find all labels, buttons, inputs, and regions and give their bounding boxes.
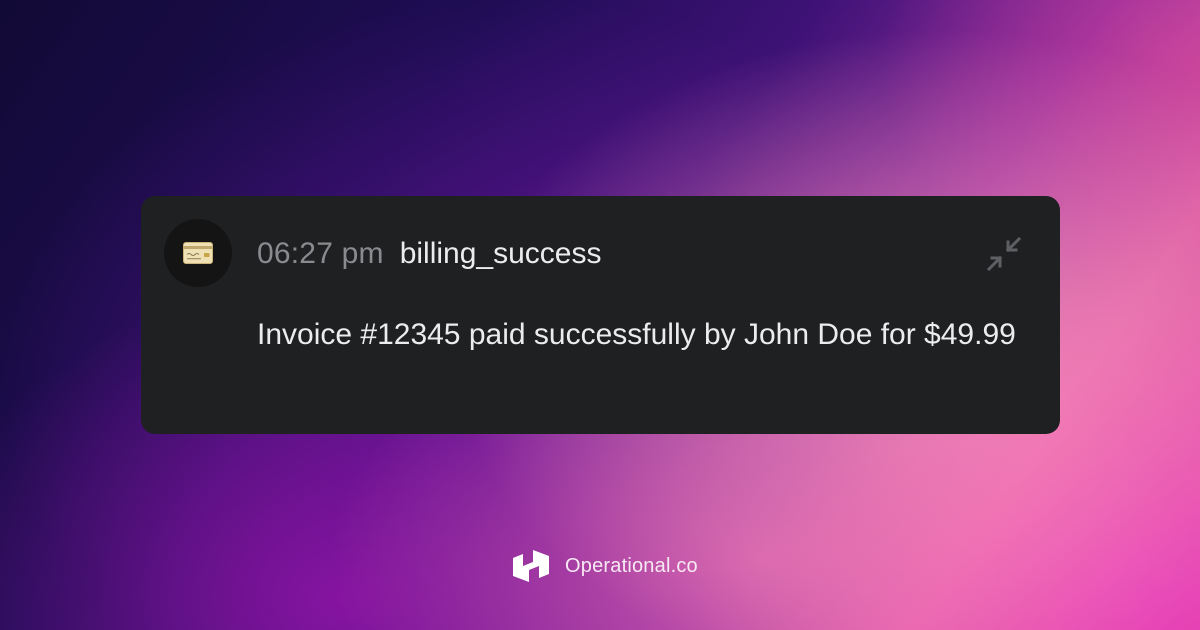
credit-card-icon <box>183 242 213 264</box>
event-avatar <box>164 219 232 287</box>
collapse-button[interactable] <box>984 234 1024 274</box>
event-time: 06:27 pm <box>257 237 384 270</box>
brand-name: Operational.co <box>565 554 698 577</box>
brand-footer[interactable]: Operational.co <box>511 547 698 585</box>
event-message: Invoice #12345 paid successfully by John… <box>257 318 1016 351</box>
collapse-icon <box>986 236 1022 272</box>
event-name: billing_success <box>399 237 602 270</box>
operational-logo-icon <box>513 550 549 582</box>
notification-header: 06:27 pm billing_success <box>257 232 601 276</box>
notification-card: 06:27 pm billing_success Invoice #12345 … <box>141 196 1060 434</box>
